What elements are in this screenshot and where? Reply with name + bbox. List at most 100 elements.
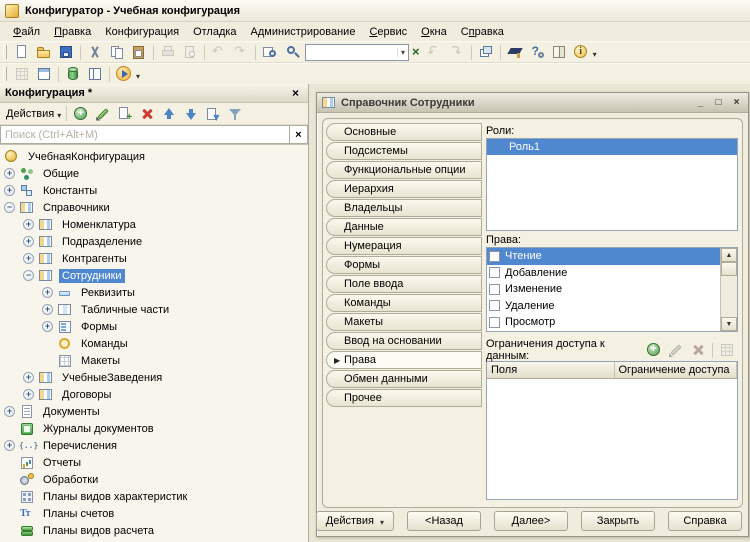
tree-item[interactable]: Отчеты bbox=[0, 454, 308, 471]
column-header[interactable]: Поля bbox=[487, 362, 615, 378]
paste-button[interactable] bbox=[128, 42, 150, 62]
tab-Иерархия[interactable]: ▶Иерархия bbox=[326, 180, 482, 198]
find-next-button[interactable] bbox=[281, 42, 303, 62]
chevron-down-icon[interactable]: ▾ bbox=[592, 46, 599, 59]
tree-item[interactable]: Справочники bbox=[0, 199, 308, 216]
roles-listbox[interactable]: Роль1 bbox=[486, 138, 738, 231]
nav-back-button[interactable] bbox=[424, 42, 446, 62]
tree-item[interactable]: Договоры bbox=[0, 386, 308, 403]
redo-button[interactable] bbox=[230, 42, 252, 62]
tree-item[interactable]: Табличные части bbox=[0, 301, 308, 318]
tab-Макеты[interactable]: ▶Макеты bbox=[326, 313, 482, 331]
menu-Конфигурация[interactable]: Конфигурация bbox=[98, 24, 186, 40]
expand-icon[interactable] bbox=[4, 185, 15, 196]
tab-Команды[interactable]: ▶Команды bbox=[326, 294, 482, 312]
Справка-button[interactable]: Справка bbox=[668, 511, 742, 531]
menu-Правка[interactable]: Правка bbox=[47, 24, 98, 40]
tree-item[interactable]: Сотрудники bbox=[0, 267, 308, 284]
Действия-button[interactable]: Действия▾ bbox=[316, 511, 394, 531]
move-up-button[interactable] bbox=[158, 104, 180, 124]
table-grid-button[interactable] bbox=[11, 64, 33, 84]
tree-item[interactable]: Реквизиты bbox=[0, 284, 308, 301]
tree-item[interactable]: УчебныеЗаведения bbox=[0, 369, 308, 386]
menu-Окна[interactable]: Окна bbox=[414, 24, 454, 40]
minimize-icon[interactable]: _ bbox=[693, 96, 708, 109]
new-document-button[interactable] bbox=[11, 42, 33, 62]
move-down-button[interactable] bbox=[180, 104, 202, 124]
expand-icon[interactable] bbox=[4, 440, 15, 451]
start-debug-button[interactable] bbox=[113, 64, 135, 84]
tab-Ввод на основании[interactable]: ▶Ввод на основании bbox=[326, 332, 482, 350]
right-list-item[interactable]: Просмотр bbox=[487, 314, 720, 331]
clear-search-button[interactable]: × bbox=[411, 44, 424, 61]
add-copy-button[interactable] bbox=[114, 104, 136, 124]
right-list-item[interactable]: Чтение bbox=[487, 248, 720, 265]
tree-item[interactable]: Номенклатура bbox=[0, 216, 308, 233]
column-header[interactable]: Ограничение доступа bbox=[615, 362, 738, 378]
expand-icon[interactable] bbox=[42, 287, 53, 298]
delete-button[interactable] bbox=[136, 104, 158, 124]
expand-icon[interactable] bbox=[4, 168, 15, 179]
expand-icon[interactable] bbox=[23, 389, 34, 400]
tree-item[interactable]: Подразделение bbox=[0, 233, 308, 250]
dialog-titlebar[interactable]: Справочник Сотрудники _□× bbox=[317, 93, 748, 113]
edit-button[interactable] bbox=[665, 340, 687, 360]
tree-item[interactable]: УчебнаяКонфигурация bbox=[0, 148, 308, 165]
tree-item[interactable]: Общие bbox=[0, 165, 308, 182]
nav-forward-button[interactable] bbox=[446, 42, 468, 62]
help-book-button[interactable] bbox=[548, 42, 570, 62]
<Назад-button[interactable]: <Назад bbox=[407, 511, 481, 531]
expand-icon[interactable] bbox=[23, 372, 34, 383]
scroll-down-icon[interactable]: ▼ bbox=[721, 317, 737, 331]
toolbar-grip[interactable] bbox=[3, 67, 7, 81]
tab-Прочее[interactable]: ▶Прочее bbox=[326, 389, 482, 407]
add-button[interactable] bbox=[70, 104, 92, 124]
cut-button[interactable] bbox=[84, 42, 106, 62]
filter-button[interactable] bbox=[224, 104, 246, 124]
role-list-item[interactable]: Роль1 bbox=[487, 139, 737, 155]
windows-button[interactable] bbox=[475, 42, 497, 62]
checkbox-unchecked[interactable] bbox=[489, 251, 500, 262]
tree-item[interactable]: Журналы документов bbox=[0, 420, 308, 437]
info-button[interactable] bbox=[570, 42, 592, 62]
tab-Владельцы[interactable]: ▶Владельцы bbox=[326, 199, 482, 217]
collapse-icon[interactable] bbox=[23, 270, 34, 281]
close-icon[interactable]: × bbox=[729, 96, 744, 109]
clear-icon[interactable]: × bbox=[289, 125, 308, 144]
save-button[interactable] bbox=[55, 42, 77, 62]
tree-item[interactable]: Формы bbox=[0, 318, 308, 335]
checkbox-unchecked[interactable] bbox=[489, 300, 500, 311]
maximize-icon[interactable]: □ bbox=[711, 96, 726, 109]
actions-menu-button[interactable]: Действия bbox=[3, 108, 56, 120]
tree-item[interactable]: Планы видов расчета bbox=[0, 522, 308, 539]
Далее>-button[interactable]: Далее> bbox=[494, 511, 568, 531]
scroll-up-icon[interactable]: ▲ bbox=[721, 248, 737, 262]
collapse-icon[interactable] bbox=[4, 202, 15, 213]
undo-button[interactable] bbox=[208, 42, 230, 62]
print-button[interactable] bbox=[157, 42, 179, 62]
right-list-item[interactable]: Изменение bbox=[487, 281, 720, 298]
tree-item[interactable]: Макеты bbox=[0, 352, 308, 369]
menu-Отладка[interactable]: Отладка bbox=[186, 24, 243, 40]
find-button[interactable] bbox=[259, 42, 281, 62]
global-search-combobox[interactable]: ▾ bbox=[305, 44, 409, 61]
chevron-down-icon[interactable]: ▾ bbox=[56, 107, 63, 120]
sort-button[interactable] bbox=[202, 104, 224, 124]
expand-icon[interactable] bbox=[23, 236, 34, 247]
menu-Сервис[interactable]: Сервис bbox=[362, 24, 414, 40]
scrollbar-thumb[interactable] bbox=[721, 262, 737, 276]
table-grid-button[interactable] bbox=[716, 340, 738, 360]
tab-Основные[interactable]: ▶Основные bbox=[326, 123, 482, 141]
checkbox-unchecked[interactable] bbox=[489, 317, 500, 328]
expand-icon[interactable] bbox=[4, 406, 15, 417]
tree-item[interactable]: Обработки bbox=[0, 471, 308, 488]
help-search-button[interactable] bbox=[526, 42, 548, 62]
tree-item[interactable]: Планы видов характеристик bbox=[0, 488, 308, 505]
toolbar-grip[interactable] bbox=[3, 45, 7, 59]
tree-item[interactable]: Константы bbox=[0, 182, 308, 199]
chevron-down-icon[interactable]: ▾ bbox=[135, 68, 142, 81]
tab-Права[interactable]: ▶Права bbox=[326, 351, 482, 369]
tab-Подсистемы[interactable]: ▶Подсистемы bbox=[326, 142, 482, 160]
checkbox-unchecked[interactable] bbox=[489, 284, 500, 295]
tab-Обмен данными[interactable]: ▶Обмен данными bbox=[326, 370, 482, 388]
